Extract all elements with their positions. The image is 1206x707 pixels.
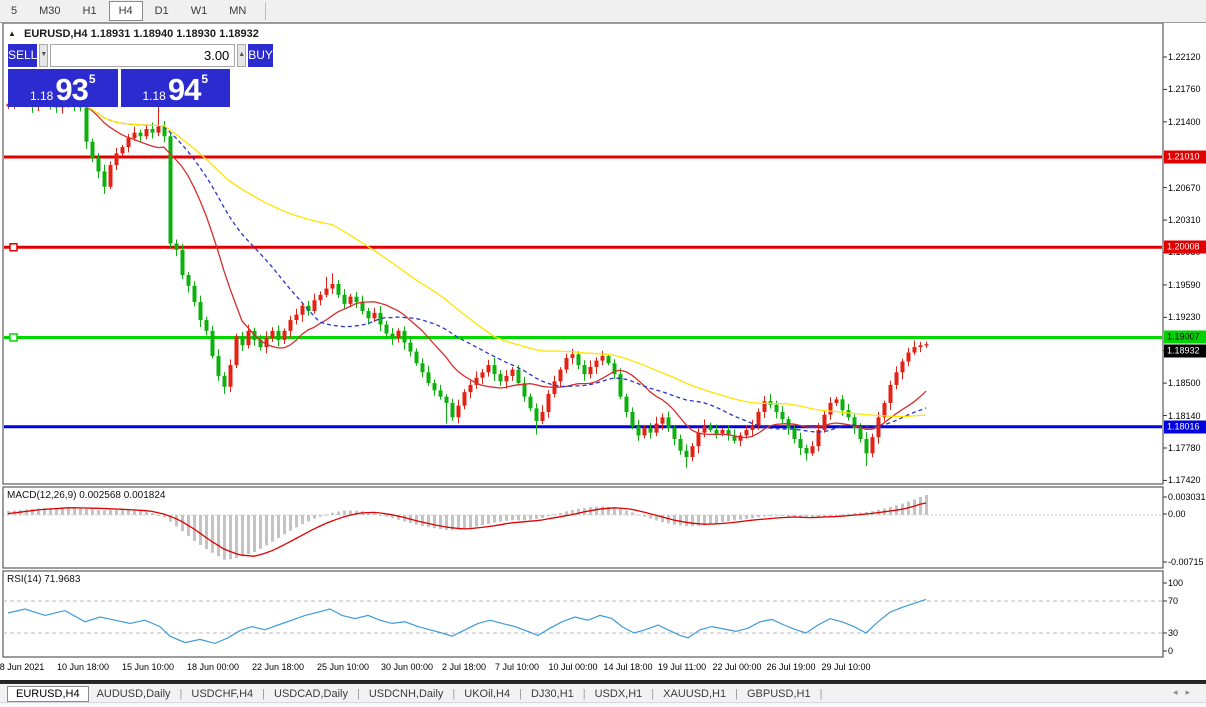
volume-input[interactable] [50, 44, 235, 67]
macd-axis-tick: 0.003031 [1168, 492, 1206, 502]
chart-tab-USDCNH-Daily[interactable]: USDCNH,Daily [361, 687, 452, 701]
price-badge-1.18932: 1.18932 [1164, 345, 1206, 358]
price-badge-1.18016: 1.18016 [1164, 420, 1206, 433]
macd-axis-tick: -0.00715 [1168, 557, 1204, 567]
chart-header: ▲ EURUSD,H4 1.18931 1.18940 1.18930 1.18… [8, 28, 259, 40]
date-axis-label: 22 Jun 18:00 [252, 662, 304, 672]
rsi-indicator-label: RSI(14) 71.9683 [7, 574, 80, 585]
one-click-trading-panel: SELL ▼ ▲ BUY 1.18 93 5 1.18 94 5 [8, 44, 230, 107]
date-axis-label: 14 Jul 18:00 [603, 662, 652, 672]
date-axis-label: 18 Jun 00:00 [187, 662, 239, 672]
date-axis-label: 30 Jun 00:00 [381, 662, 433, 672]
macd-axis-tick: 0.00 [1168, 509, 1186, 519]
date-axis-label: 22 Jul 00:00 [712, 662, 761, 672]
macd-indicator-label: MACD(12,26,9) 0.002568 0.001824 [7, 490, 165, 501]
price-badge-1.19007: 1.19007 [1164, 331, 1206, 344]
date-axis-label: 15 Jun 10:00 [122, 662, 174, 672]
tab-scroll-left-icon[interactable]: ◂ [1173, 687, 1186, 697]
chart-tab-USDCHF-H4[interactable]: USDCHF,H4 [183, 687, 261, 701]
chart-tab-GBPUSD-H1[interactable]: GBPUSD,H1 [739, 687, 819, 701]
buy-price-figure: 1.18 [142, 90, 165, 103]
window-bottom-edge [0, 702, 1206, 707]
spin-up-icon: ▲ [238, 51, 245, 58]
chart-tab-USDCAD-Daily[interactable]: USDCAD,Daily [266, 687, 356, 701]
sell-price-pips: 93 [55, 77, 87, 103]
date-axis-label: 2 Jul 18:00 [442, 662, 486, 672]
price-axis-tick: 1.17780 [1168, 443, 1201, 453]
timeframe-button-M30[interactable]: M30 [29, 1, 70, 21]
date-axis-label: 19 Jul 11:00 [658, 662, 706, 672]
collapse-triangle-icon[interactable]: ▲ [8, 29, 16, 38]
date-axis-label: 26 Jul 19:00 [766, 662, 815, 672]
volume-increase-button[interactable]: ▲ [237, 44, 246, 67]
mt4-window: 5M30H1H4D1W1MN ▲ EURUSD,H4 1.18931 1.189… [0, 0, 1206, 707]
date-axis-label: 7 Jul 10:00 [495, 662, 539, 672]
rsi-axis-tick: 100 [1168, 578, 1183, 588]
date-axis-label: 8 Jun 2021 [0, 662, 44, 672]
tab-divider: | [819, 688, 824, 700]
buy-button[interactable]: BUY [248, 44, 273, 67]
chart-tab-DJ30-H1[interactable]: DJ30,H1 [523, 687, 582, 701]
quote-ohlc-values: 1.18931 1.18940 1.18930 1.18932 [91, 28, 259, 40]
chart-tab-AUDUSD-Daily[interactable]: AUDUSD,Daily [89, 687, 179, 701]
sell-price-figure: 1.18 [30, 90, 53, 103]
toolbar-separator [265, 2, 266, 20]
chart-tab-USDX-H1[interactable]: USDX,H1 [587, 687, 651, 701]
timeframe-button-H1[interactable]: H1 [73, 1, 107, 21]
price-axis-tick: 1.18140 [1168, 411, 1201, 421]
price-axis-tick: 1.19590 [1168, 280, 1201, 290]
price-badge-1.21010: 1.21010 [1164, 151, 1206, 164]
symbol-period-label: EURUSD,H4 [24, 28, 88, 40]
rsi-axis-tick: 70 [1168, 596, 1178, 606]
timeframe-toolbar: 5M30H1H4D1W1MN [0, 0, 1206, 23]
price-badge-1.20008: 1.20008 [1164, 241, 1206, 254]
sell-price-display[interactable]: 1.18 93 5 [8, 69, 118, 107]
chart-tabs-bar: EURUSD,H4AUDUSD,Daily|USDCHF,H4|USDCAD,D… [0, 682, 1206, 704]
buy-price-display[interactable]: 1.18 94 5 [121, 69, 231, 107]
spin-down-icon: ▼ [40, 51, 47, 58]
price-axis-tick: 1.21400 [1168, 117, 1201, 127]
chart-tab-UKOil-H4[interactable]: UKOil,H4 [456, 687, 518, 701]
sell-button[interactable]: SELL [8, 44, 37, 67]
timeframe-button-D1[interactable]: D1 [145, 1, 179, 21]
sell-price-point: 5 [89, 73, 96, 85]
price-axis-tick: 1.22120 [1168, 52, 1201, 62]
timeframe-button-W1[interactable]: W1 [181, 1, 218, 21]
rsi-axis-tick: 30 [1168, 628, 1178, 638]
date-axis-label: 29 Jul 10:00 [821, 662, 870, 672]
chart-tab-EURUSD-H4[interactable]: EURUSD,H4 [7, 686, 89, 702]
rsi-axis-tick: 0 [1168, 646, 1173, 656]
date-axis-label: 25 Jun 10:00 [317, 662, 369, 672]
timeframe-button-H4[interactable]: H4 [109, 1, 143, 21]
price-axis-tick: 1.21760 [1168, 84, 1201, 94]
price-axis-tick: 1.19230 [1168, 312, 1201, 322]
price-axis-tick: 1.18500 [1168, 378, 1201, 388]
buy-price-pips: 94 [168, 77, 200, 103]
timeframe-button-MN[interactable]: MN [219, 1, 256, 21]
volume-decrease-button[interactable]: ▼ [39, 44, 48, 67]
price-axis-tick: 1.20310 [1168, 215, 1201, 225]
tab-scroll-arrows[interactable]: ◂▸ [1173, 687, 1198, 698]
price-axis-tick: 1.20670 [1168, 183, 1201, 193]
chart-tab-XAUUSD-H1[interactable]: XAUUSD,H1 [655, 687, 734, 701]
timeframe-button-5[interactable]: 5 [1, 1, 27, 21]
price-axis-tick: 1.17420 [1168, 475, 1201, 485]
tab-scroll-right-icon[interactable]: ▸ [1185, 687, 1198, 697]
date-axis-label: 10 Jul 00:00 [548, 662, 597, 672]
buy-price-point: 5 [201, 73, 208, 85]
date-axis-label: 10 Jun 18:00 [57, 662, 109, 672]
